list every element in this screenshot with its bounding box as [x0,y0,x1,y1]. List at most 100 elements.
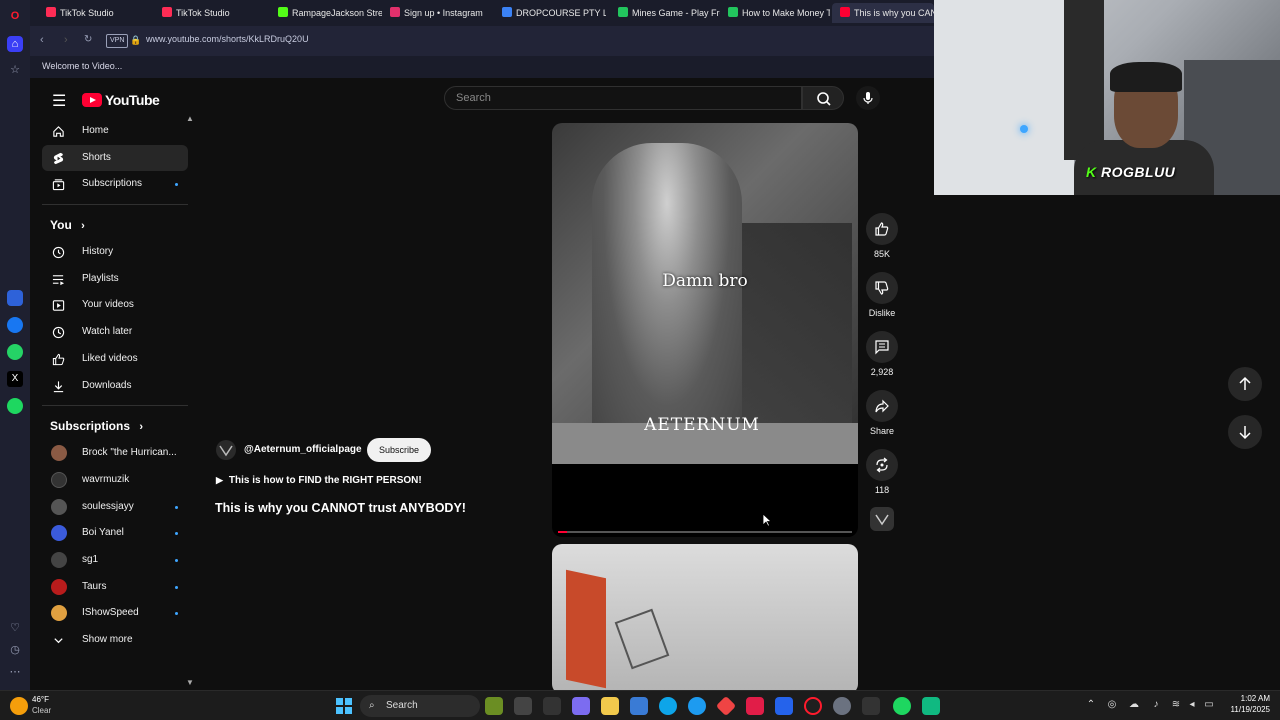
search-button[interactable] [802,86,844,110]
back-icon[interactable]: ‹ [40,34,44,46]
chevron-right-icon: › [139,421,144,434]
tray-app-icon[interactable]: ◎ [1106,699,1118,711]
like-button[interactable]: 85K [864,213,900,259]
chevron-up-icon[interactable]: ⌃ [1085,699,1097,711]
clock-time[interactable]: 1:02 AM [1226,694,1270,703]
whatsapp-icon[interactable] [7,344,23,360]
taskbar-app-dark[interactable] [862,697,880,715]
windows-start-icon[interactable] [336,698,352,714]
taskbar-app-red[interactable] [715,695,737,717]
previous-short-button[interactable] [1228,367,1262,401]
comments-button[interactable]: 2,928 [864,331,900,377]
more-icon[interactable]: ⋯ [7,664,23,680]
settings-icon[interactable] [833,697,851,715]
channel-avatar[interactable] [216,440,236,460]
tab-tiktok-studio-1[interactable]: TikTok Studio [38,3,154,23]
history-icon[interactable]: ◷ [7,642,23,658]
wifi-icon[interactable]: ≋ [1170,699,1182,711]
x-icon[interactable]: X [7,371,23,387]
weather-temperature[interactable]: 46°F [32,695,49,704]
tab-instagram[interactable]: Sign up • Instagram [382,3,494,23]
subscribe-button[interactable]: Subscribe [367,438,431,462]
youtube-logo[interactable]: YouTube [82,92,160,108]
tab-dropcourse[interactable]: DROPCOURSE PTY LTD [494,3,606,23]
tab-make-money[interactable]: How to Make Money Trad [720,3,830,23]
instagram-icon [390,7,400,17]
sidebar-item-liked-videos[interactable]: Liked videos [42,346,188,373]
spotify-icon[interactable] [7,398,23,414]
taskbar-app-shield[interactable] [746,697,764,715]
channel-name[interactable]: @Aeternum_officialpage [244,444,362,455]
cloud-icon[interactable]: ☁ [1128,699,1140,711]
search-input[interactable]: Search [444,86,802,110]
volume-icon[interactable]: ◂ [1186,699,1198,711]
tab-youtube-active[interactable]: This is why you CAN [832,3,934,23]
subscription-channel[interactable]: Taurs [42,574,188,601]
next-short-preview[interactable] [552,544,858,694]
sidebar-scroll-up-icon[interactable]: ▲ [186,114,194,123]
you-heading[interactable]: You › [42,211,188,239]
sidebar-item-home[interactable]: Home [42,118,188,145]
sound-button[interactable] [864,507,900,531]
messenger-icon[interactable] [7,317,23,333]
subscription-channel[interactable]: wavrmuzik [42,467,188,494]
weather-description[interactable]: Clear [32,706,51,715]
subscription-channel[interactable]: Brock "the Hurrican... [42,440,188,467]
bookmark-item[interactable]: Welcome to Video... [42,61,122,71]
taskbar-search[interactable]: ⌕ Search [360,695,480,717]
hamburger-menu-icon[interactable]: ☰ [52,91,66,111]
weather-icon[interactable] [10,697,28,715]
reload-icon[interactable]: ↻ [84,34,92,45]
sidebar-item-subscriptions[interactable]: Subscriptions [42,171,188,198]
remix-button[interactable]: 118 [864,449,900,495]
copilot-icon[interactable] [572,697,590,715]
star-icon[interactable]: ☆ [7,62,23,78]
url-field[interactable]: www.youtube.com/shorts/KkLRDruQ20U [146,34,309,44]
next-short-button[interactable] [1228,415,1262,449]
taskbar-app-game[interactable] [485,697,503,715]
show-more-button[interactable]: Show more [42,627,188,654]
edge-icon[interactable] [659,697,677,715]
spotify-icon[interactable] [893,697,911,715]
clock-date[interactable]: 11/19/2025 [1222,705,1270,714]
tab-tiktok-studio-2[interactable]: TikTok Studio [154,3,268,23]
sidebar-scroll-down-icon[interactable]: ▼ [186,678,194,687]
opera-gx-icon[interactable] [804,697,822,715]
battery-icon[interactable]: ▭ [1203,699,1215,711]
task-view-icon[interactable] [514,697,532,715]
vpn-badge[interactable]: VPN [106,34,129,48]
sidebar-item-your-videos[interactable]: Your videos [42,292,188,319]
share-button[interactable]: Share [864,390,900,436]
sidebar-item-watch-later[interactable]: Watch later [42,319,188,346]
playlist-link[interactable]: ▶ This is how to FIND the RIGHT PERSON! [216,475,422,486]
taskbar-app-epic[interactable] [543,697,561,715]
subscription-channel[interactable]: sg1 [42,547,188,574]
subscription-channel[interactable]: IShowSpeed [42,600,188,627]
store-icon[interactable] [630,697,648,715]
sidebar-item-history[interactable]: History [42,239,188,266]
home-icon[interactable]: ⌂ [7,36,23,52]
sidebar-item-playlists[interactable]: Playlists [42,266,188,293]
subscription-channel[interactable]: soulessjayy [42,494,188,521]
shorts-player[interactable]: Damn bro AETERNUM [552,123,858,537]
sidebar-item-shorts[interactable]: Shorts [42,144,188,172]
tab-kick-stream[interactable]: RampageJackson Stream [270,3,382,23]
taskbar-app-green[interactable] [922,697,940,715]
taskbar-app-mail[interactable] [775,697,793,715]
microphone-icon[interactable]: ♪ [1150,699,1162,711]
dislike-button[interactable]: Dislike [864,272,900,318]
video-progress-bar[interactable] [558,531,852,533]
subscription-channel[interactable]: Boi Yanel [42,520,188,547]
tab-mines-game[interactable]: Mines Game - Play Free S [610,3,720,23]
taskbar-app-blue[interactable] [688,697,706,715]
voice-search-button[interactable] [856,86,880,110]
sidebar-item-downloads[interactable]: Downloads [42,373,188,400]
forward-icon[interactable]: › [64,34,68,46]
opera-logo-icon[interactable]: O [7,8,23,24]
aria-icon[interactable] [7,290,23,306]
heart-icon[interactable]: ♡ [7,620,23,636]
share-label: Share [869,426,895,436]
lock-icon[interactable]: 🔒 [130,35,141,46]
file-explorer-icon[interactable] [601,697,619,715]
subscriptions-heading[interactable]: Subscriptions › [42,412,188,440]
